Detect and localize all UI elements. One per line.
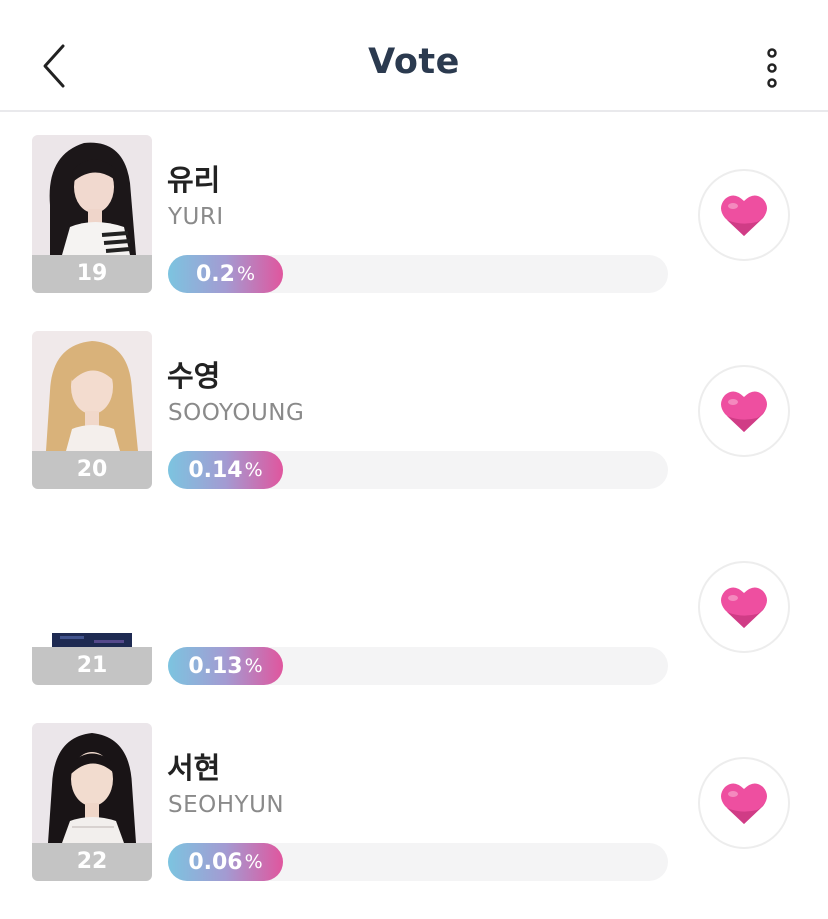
candidate-row: 22 서현 SEOHYUN 0.06% [0,723,828,887]
candidate-name-korean: 유리 [167,163,221,197]
percent-sign: % [244,851,263,873]
vote-heart-button[interactable] [698,757,790,849]
vote-heart-button[interactable] [698,169,790,261]
heart-icon [721,587,767,628]
heart-icon [721,195,767,236]
vote-percent-value: 0.14 [188,457,243,483]
candidate-name-english: SEOHYUN [168,792,285,818]
page-title: Vote [368,42,460,82]
candidate-photo [32,527,152,647]
candidate-photo-card[interactable]: 19 [32,135,152,293]
vote-progress-bar: 0.2% [168,255,668,293]
candidate-row: 20 수영 SOOYOUNG 0.14% [0,331,828,495]
percent-sign: % [236,263,256,285]
candidate-name-english: YURI [168,204,224,230]
rank-badge: 19 [32,255,152,293]
rank-badge: 21 [32,647,152,685]
candidate-photo [32,331,152,451]
vote-percent-value: 0.13 [188,653,243,679]
candidate-photo-card[interactable]: 22 [32,723,152,881]
vote-progress-fill: 0.2% [168,255,283,293]
candidate-photo-card[interactable]: 20 [32,331,152,489]
rank-badge: 20 [32,451,152,489]
rank-badge: 22 [32,843,152,881]
heart-icon [721,783,767,824]
candidate-row: 21 0.13% [0,527,828,691]
vote-progress-bar: 0.14% [168,451,668,489]
candidate-photo [32,723,152,843]
more-vertical-icon [767,48,777,88]
percent-sign: % [244,655,263,677]
vote-progress-fill: 0.13% [168,647,283,685]
more-options-button[interactable] [744,40,800,96]
candidate-photo-card[interactable]: 21 [32,527,152,685]
candidate-name-korean: 서현 [167,751,221,785]
vote-progress-fill: 0.14% [168,451,283,489]
vote-heart-button[interactable] [698,561,790,653]
candidate-photo [32,135,152,255]
top-app-bar: Vote [0,0,828,112]
vote-percent-value: 0.06 [188,849,243,875]
vote-progress-bar: 0.06% [168,843,668,881]
percent-sign: % [244,459,263,481]
candidate-row: 19 유리 YURI 0.2% [0,135,828,299]
vote-progress-bar: 0.13% [168,647,668,685]
candidate-name-english: SOOYOUNG [168,400,305,426]
vote-progress-fill: 0.06% [168,843,283,881]
vote-heart-button[interactable] [698,365,790,457]
heart-icon [721,391,767,432]
vote-percent-value: 0.2 [195,261,235,287]
candidate-name-korean: 수영 [167,359,221,393]
vote-screen: Vote 19 유리 YURI 0.2 % 20 수영 SOOYOUNG 0.1… [0,0,828,919]
